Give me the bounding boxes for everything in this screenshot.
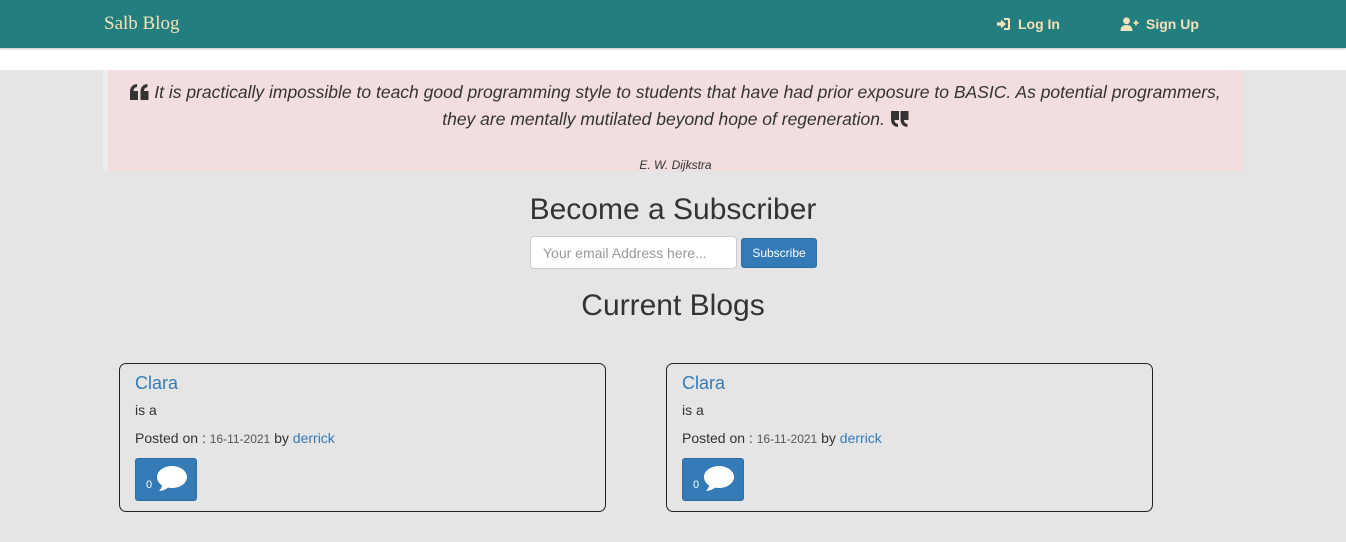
login-link[interactable]: Log In	[996, 15, 1060, 33]
sign-in-icon	[996, 17, 1011, 31]
quote-text: It is practically impossible to teach go…	[154, 82, 1221, 129]
main-content: It is practically impossible to teach go…	[0, 70, 1346, 542]
brand-link[interactable]: Salb Blog	[104, 13, 179, 35]
by-label: by	[821, 430, 836, 446]
signup-label: Sign Up	[1146, 16, 1199, 32]
user-plus-icon	[1120, 17, 1139, 31]
quote-left-icon	[130, 82, 149, 107]
post-date: 16-11-2021	[209, 432, 271, 446]
comment-count: 0	[693, 479, 700, 491]
email-field[interactable]	[530, 236, 737, 269]
quote-block: It is practically impossible to teach go…	[103, 70, 1243, 172]
blog-title-link[interactable]: Clara	[135, 373, 178, 394]
blog-meta: Posted on : 16-11-2021 by derrick	[682, 430, 882, 446]
subscribe-title: Become a Subscriber	[529, 193, 817, 226]
signup-link[interactable]: Sign Up	[1120, 15, 1199, 33]
author-link[interactable]: derrick	[293, 430, 335, 446]
blog-card: Clara is a Posted on : 16-11-2021 by der…	[119, 363, 606, 512]
comments-button[interactable]: 0	[135, 458, 197, 501]
blog-card: Clara is a Posted on : 16-11-2021 by der…	[666, 363, 1153, 512]
author-link[interactable]: derrick	[840, 430, 882, 446]
comments-button[interactable]: 0	[682, 458, 744, 501]
blog-title-link[interactable]: Clara	[682, 373, 725, 394]
blogs-title: Current Blogs	[581, 289, 765, 322]
login-label: Log In	[1018, 16, 1060, 32]
by-label: by	[274, 430, 289, 446]
navbar: Salb Blog Log In Sign Up	[0, 0, 1346, 48]
comment-icon	[156, 465, 188, 495]
blog-excerpt: is a	[682, 402, 704, 418]
blog-excerpt: is a	[135, 402, 157, 418]
quote-right-icon	[890, 109, 909, 134]
posted-on-label: Posted on :	[135, 430, 206, 446]
blog-meta: Posted on : 16-11-2021 by derrick	[135, 430, 335, 446]
comment-icon	[703, 465, 735, 495]
quote-author: E. W. Dijkstra	[639, 158, 712, 172]
subscribe-button[interactable]: Subscribe	[741, 238, 817, 268]
comment-count: 0	[146, 479, 153, 491]
posted-on-label: Posted on :	[682, 430, 753, 446]
quote-text-wrapper: It is practically impossible to teach go…	[126, 80, 1225, 134]
post-date: 16-11-2021	[756, 432, 818, 446]
